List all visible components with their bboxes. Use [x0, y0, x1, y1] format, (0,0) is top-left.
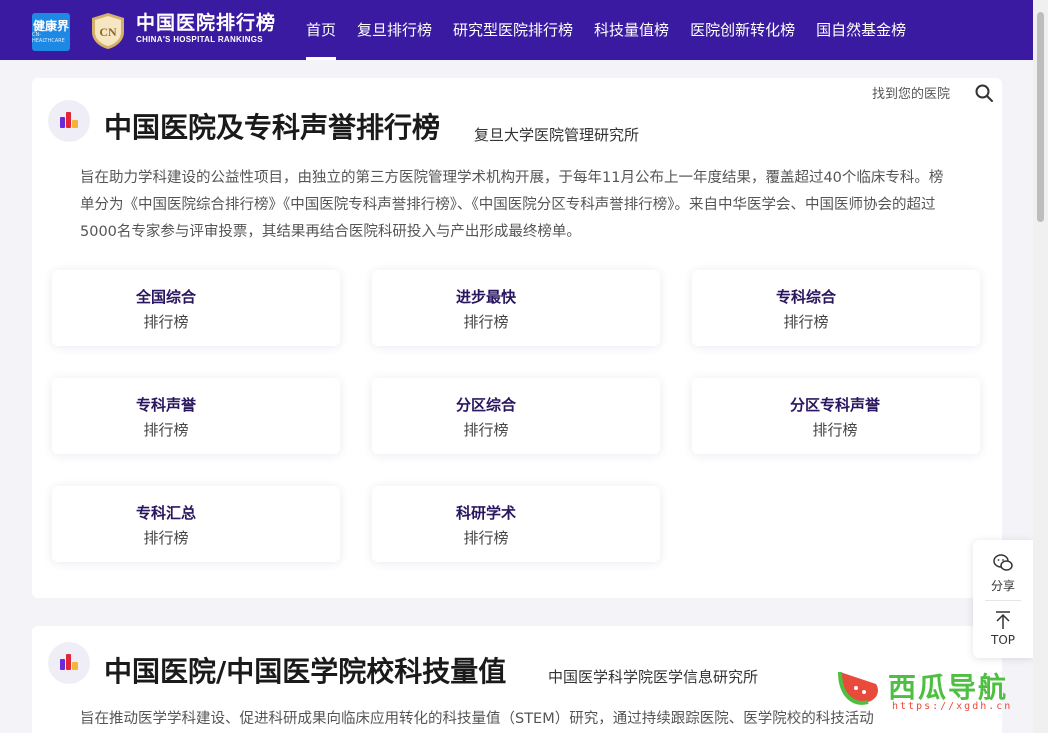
- watermark-url: https://xgdh.cn: [892, 701, 1013, 712]
- ranking-card-national[interactable]: 全国综合 排行榜: [52, 270, 340, 346]
- site-title-en: CHINA'S HOSPITAL RANKINGS: [136, 35, 263, 44]
- arrow-up-icon: [996, 611, 1010, 629]
- share-button[interactable]: 分享: [973, 552, 1033, 594]
- card-subtitle: 排行榜: [463, 529, 509, 547]
- card-title: 专科综合: [775, 288, 836, 306]
- share-label: 分享: [990, 579, 1015, 593]
- search-label[interactable]: 找到您的医院: [872, 83, 950, 102]
- section-subtitle: 复旦大学医院管理研究所: [474, 126, 640, 144]
- nav-item-research[interactable]: 研究型医院排行榜: [453, 0, 573, 60]
- watermark-name: 西瓜导航: [888, 671, 1009, 704]
- wechat-icon: [993, 554, 1013, 571]
- back-to-top-button[interactable]: TOP: [973, 610, 1033, 647]
- section-title: 中国医院/中国医学院校科技量值: [104, 655, 507, 688]
- main-nav: 首页 复旦排行榜 研究型医院排行榜 科技量值榜 医院创新转化榜 国自然基金榜: [306, 0, 927, 60]
- site-logo-title[interactable]: 中国医院排行榜 CHINA'S HOSPITAL RANKINGS: [136, 14, 276, 44]
- site-title-zh: 中国医院排行榜: [136, 12, 277, 34]
- card-subtitle: 排行榜: [143, 313, 189, 331]
- hospital-search[interactable]: 找到您的医院: [862, 78, 1002, 106]
- nav-item-stem[interactable]: 科技量值榜: [594, 0, 669, 60]
- top-nav-bar: 健康界 CN-HEALTHCARE CN 中国医院排行榜 CHINA'S HOS…: [0, 0, 1033, 60]
- partner-logo-sub: CN-HEALTHCARE: [32, 32, 65, 44]
- floating-toolbar: 分享 TOP: [973, 540, 1033, 658]
- bar-chart-icon: [48, 100, 90, 142]
- watermelon-logo-icon: [838, 671, 878, 705]
- card-subtitle: 排行榜: [812, 421, 858, 439]
- card-title: 进步最快: [455, 288, 516, 306]
- reputation-ranking-section: 中国医院及专科声誉排行榜 复旦大学医院管理研究所 找到您的医院 旨在助力学科建设…: [32, 78, 1002, 598]
- card-subtitle: 排行榜: [783, 313, 829, 331]
- partner-logo[interactable]: 健康界 CN-HEALTHCARE: [32, 13, 70, 51]
- ranking-card-specialty-overall[interactable]: 专科综合 排行榜: [692, 270, 980, 346]
- card-subtitle: 排行榜: [143, 529, 189, 547]
- scrollbar-thumb[interactable]: [1037, 12, 1044, 222]
- card-subtitle: 排行榜: [463, 421, 509, 439]
- card-title: 分区综合: [455, 396, 516, 414]
- ranking-card-regional-overall[interactable]: 分区综合 排行榜: [372, 378, 660, 454]
- top-label: TOP: [990, 633, 1015, 647]
- card-title: 专科声誉: [135, 396, 196, 414]
- shield-emblem-icon[interactable]: CN: [90, 12, 126, 50]
- card-title: 专科汇总: [135, 504, 196, 522]
- watermark: 西瓜导航 https://xgdh.cn: [834, 662, 1034, 718]
- nav-item-home[interactable]: 首页: [306, 0, 337, 60]
- ranking-card-regional-specialty[interactable]: 分区专科声誉 排行榜: [692, 378, 980, 454]
- ranking-card-research[interactable]: 科研学术 排行榜: [372, 486, 660, 562]
- emblem-text: CN: [99, 25, 117, 39]
- nav-item-nsfc[interactable]: 国自然基金榜: [816, 0, 906, 60]
- ranking-card-specialty-summary[interactable]: 专科汇总 排行榜: [52, 486, 340, 562]
- ranking-card-progress[interactable]: 进步最快 排行榜: [372, 270, 660, 346]
- section-title: 中国医院及专科声誉排行榜: [104, 111, 441, 144]
- page-scrollbar[interactable]: [1033, 0, 1048, 733]
- nav-item-fudan[interactable]: 复旦排行榜: [357, 0, 432, 60]
- section-description: 旨在助力学科建设的公益性项目，由独立的第三方医院管理学术机构开展，于每年11月公…: [80, 170, 944, 240]
- bar-chart-icon: [48, 642, 90, 684]
- section-description: 旨在推动医学学科建设、促进科研成果向临床应用转化的科技量值（STEM）研究，通过…: [80, 711, 874, 727]
- card-title: 科研学术: [455, 504, 516, 522]
- nav-item-innovation[interactable]: 医院创新转化榜: [690, 0, 795, 60]
- card-subtitle: 排行榜: [143, 421, 189, 439]
- card-subtitle: 排行榜: [463, 313, 509, 331]
- card-title: 全国综合: [135, 288, 196, 306]
- section-subtitle: 中国医学科学院医学信息研究所: [548, 668, 759, 686]
- card-title: 分区专科声誉: [789, 396, 880, 414]
- ranking-card-specialty-reputation[interactable]: 专科声誉 排行榜: [52, 378, 340, 454]
- divider: [985, 600, 1021, 601]
- search-icon[interactable]: [974, 83, 994, 103]
